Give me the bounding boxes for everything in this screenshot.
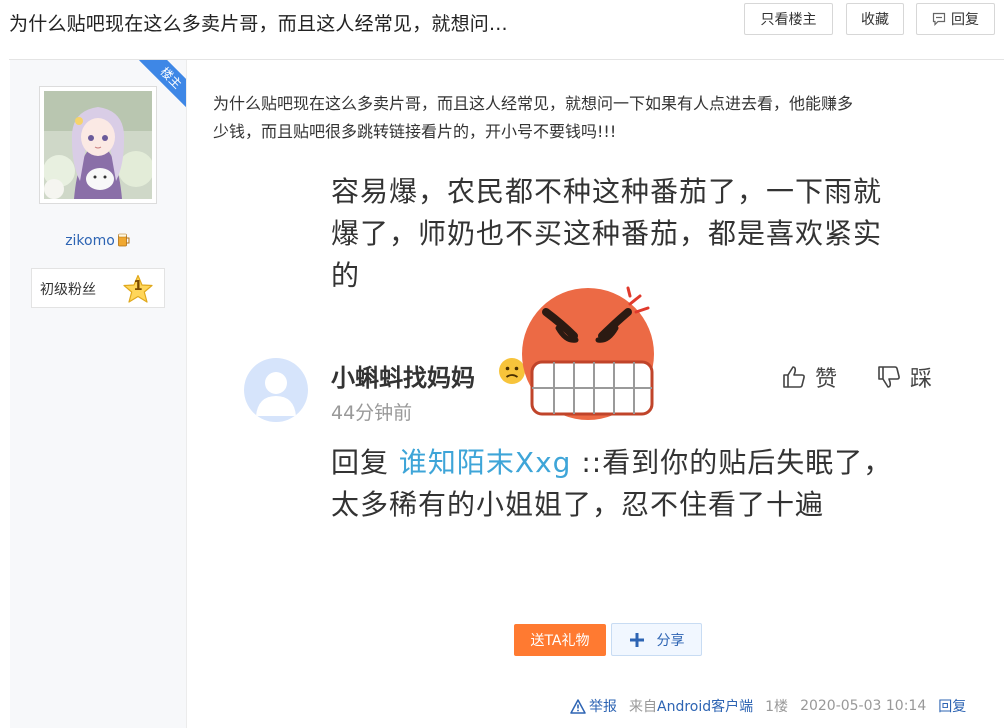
post-meta: 举报 来自Android客户端 1楼 2020-05-03 10:14 回复 — [570, 696, 966, 716]
source-prefix: 来自 — [629, 699, 657, 715]
client-link[interactable]: Android客户端 — [657, 699, 753, 715]
dislike-control: 踩 — [876, 361, 932, 393]
plus-icon — [629, 632, 645, 648]
comment-reply-text: 回复 谁知陌末Xxg ::看到你的贴后失眠了， — [331, 441, 892, 481]
post-text-line: 少钱，而且贴吧很多跳转链接看片的，开小号不要钱吗!!! — [213, 122, 617, 141]
post-time: 2020-05-03 10:14 — [800, 698, 927, 714]
reply-button-label: 回复 — [951, 12, 979, 28]
post-source: 来自Android客户端 — [629, 696, 753, 716]
reply-icon — [932, 12, 946, 26]
like-label: 赞 — [815, 367, 838, 392]
favorite-button[interactable]: 收藏 — [846, 3, 904, 35]
report-link[interactable]: 举报 — [570, 696, 617, 716]
screenshot-text-line: 的 — [331, 259, 361, 292]
author-name[interactable]: zikomo — [10, 232, 186, 251]
screenshot-text-line: 爆了，师奶也不买这种番茄，都是喜欢紧实 — [331, 217, 883, 250]
author-avatar[interactable] — [39, 86, 157, 204]
post-body: 为什么贴吧现在这么多卖片哥，而且这人经常见，就想问一下如果有人点进去看，他能赚多… — [213, 90, 983, 146]
floor-number: 1楼 — [765, 699, 789, 715]
fan-level-badge[interactable]: 初级粉丝 1 — [31, 268, 165, 308]
reply-prefix: 回复 — [331, 446, 399, 479]
fan-level-name: 初级粉丝 — [40, 282, 96, 298]
thread-header: 为什么贴吧现在这么多卖片哥，而且这人经常见，就想问... 只看楼主 收藏 回复 — [0, 0, 1004, 48]
send-gift-button[interactable]: 送TA礼物 — [514, 624, 606, 656]
dislike-label: 踩 — [910, 367, 933, 392]
author-username[interactable]: zikomo — [65, 233, 115, 249]
author-sidebar: 楼主 zikomo 初级粉丝 1 — [10, 60, 187, 728]
reply-target-user: 谁知陌末Xxg — [398, 446, 572, 479]
fan-level-number: 1 — [133, 279, 143, 294]
comment-time: 44分钟前 — [331, 402, 413, 424]
embedded-screenshot[interactable]: 容易爆，农民都不种这种番茄了，一下雨就 爆了，师奶也不买这种番茄，都是喜欢紧实 … — [213, 158, 983, 578]
warning-icon — [570, 698, 586, 714]
post-text-line: 为什么贴吧现在这么多卖片哥，而且这人经常见，就想问一下如果有人点进去看，他能赚多 — [213, 94, 854, 113]
screenshot-text-line: 容易爆，农民都不种这种番茄了，一下雨就 — [331, 175, 883, 208]
thumbs-down-icon — [878, 366, 900, 388]
reply-button[interactable]: 回复 — [916, 3, 995, 35]
thumbs-up-icon — [783, 366, 805, 388]
share-label: 分享 — [656, 632, 685, 649]
thread-title: 为什么贴吧现在这么多卖片哥，而且这人经常见，就想问... — [9, 13, 508, 35]
angry-face-emoji-icon — [518, 282, 668, 426]
share-button[interactable]: 分享 — [611, 623, 702, 656]
like-control: 赞 — [781, 361, 837, 393]
reply-content: ::看到你的贴后失眠了， — [571, 446, 893, 479]
default-avatar-icon — [244, 358, 308, 422]
beer-badge-icon — [117, 232, 131, 251]
comment-username: 小蝌蚪找妈妈 — [331, 364, 475, 392]
report-label: 举报 — [589, 699, 617, 715]
only-op-button[interactable]: 只看楼主 — [744, 3, 833, 35]
comment-reply-text-line2: 太多稀有的小姐姐了，忍不住看了十遍 — [331, 488, 825, 521]
floor-reply-link[interactable]: 回复 — [938, 696, 966, 716]
